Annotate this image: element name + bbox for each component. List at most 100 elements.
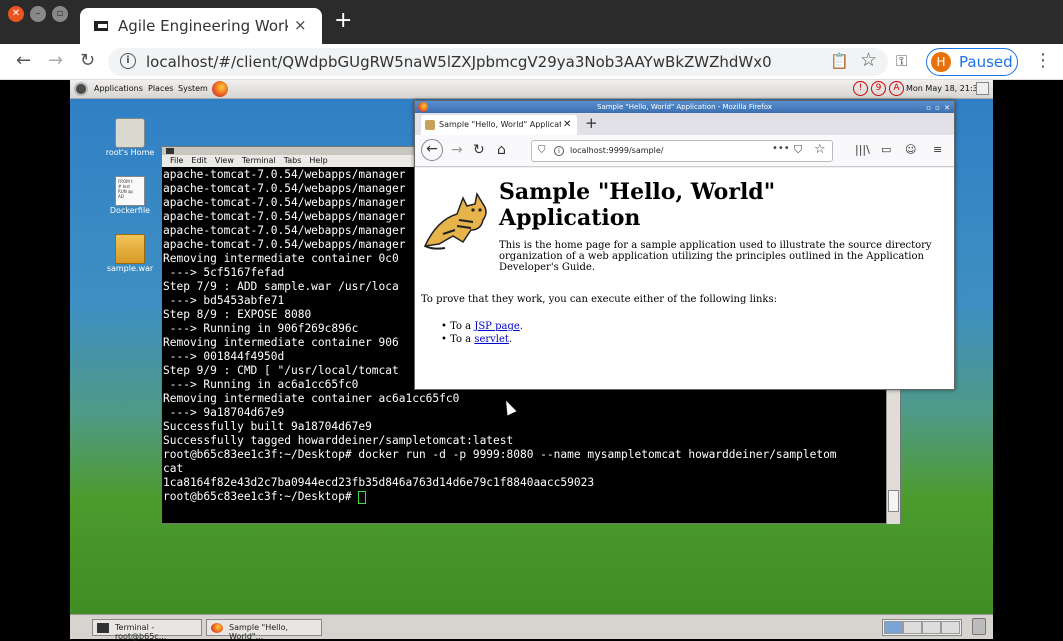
text-cursor [358, 490, 367, 504]
minimize-window-button[interactable]: – [30, 6, 46, 22]
tomcat-favicon-icon [425, 120, 435, 130]
firefox-launcher-icon[interactable] [212, 81, 228, 97]
workspace-3[interactable] [922, 621, 941, 634]
account-icon[interactable]: ☺ [905, 143, 916, 156]
menu-terminal[interactable]: Terminal [242, 156, 276, 165]
workspace-4[interactable] [941, 621, 960, 634]
alert-tray-icon[interactable]: ! [853, 81, 868, 96]
desktop-icon-home[interactable]: root's Home [100, 118, 160, 157]
kebab-menu-icon[interactable]: ⋮ [1034, 50, 1052, 71]
taskbar-item-label: Terminal - root@b65c... [115, 623, 167, 641]
scrollbar-thumb[interactable] [888, 490, 899, 512]
page-actions-icon[interactable]: ••• [772, 143, 790, 154]
clipboard-icon[interactable]: 📋 [830, 52, 849, 70]
workspace-2[interactable] [903, 621, 922, 634]
bookmark-star-icon[interactable]: ☆ [860, 49, 877, 71]
browser-tab[interactable]: Agile Engineering Worksh × [80, 8, 322, 44]
desktop-icon-label: sample.war [106, 264, 154, 273]
site-info-icon[interactable]: i [120, 53, 136, 69]
new-tab-button[interactable]: + [334, 10, 352, 32]
bookmark-star-icon[interactable]: ☆ [814, 142, 826, 157]
keyboard-tray-icon[interactable]: A [889, 81, 904, 96]
browser-tab-bar: ✕ – ▫ Agile Engineering Worksh × + [0, 0, 1063, 44]
menu-edit[interactable]: Edit [191, 156, 207, 165]
tracking-shield-icon[interactable]: ⛉ [538, 145, 546, 156]
desktop-icon-dockerfile[interactable]: FROM t # Inst RUN ap AD Dockerfile [100, 176, 160, 215]
page-content: Sample "Hello, World" Application This i… [415, 168, 954, 389]
firefox-tab[interactable]: Sample "Hello, World" Applicatio ✕ [421, 115, 577, 135]
new-tab-button[interactable]: + [585, 114, 598, 132]
link-prefix: To a [450, 321, 475, 332]
menu-view[interactable]: View [215, 156, 234, 165]
profile-paused-button[interactable]: H Paused [926, 48, 1018, 76]
menu-help[interactable]: Help [309, 156, 327, 165]
trash-icon[interactable] [972, 618, 986, 635]
page-instructions: To prove that they work, you can execute… [421, 294, 777, 305]
reload-icon[interactable]: ↻ [473, 142, 485, 158]
back-arrow-icon[interactable]: ← [421, 139, 443, 161]
hamburger-menu-icon[interactable]: ≡ [933, 143, 942, 156]
terminal-icon [166, 148, 174, 154]
menu-system[interactable]: System [178, 84, 208, 93]
desktop-icon-sample-war[interactable]: sample.war [100, 234, 160, 273]
browser-toolbar: ← → ↻ i localhost/#/client/QWdpbGUgRW5na… [0, 44, 1063, 80]
desktop-icon-label: Dockerfile [109, 206, 151, 215]
menu-tabs[interactable]: Tabs [284, 156, 302, 165]
firefox-tab-title: Sample "Hello, World" Applicatio [439, 120, 561, 129]
network-tray-icon[interactable] [976, 82, 989, 95]
bottom-taskbar: Terminal - root@b65c... Sample "Hello, W… [70, 614, 993, 641]
tomcat-logo-icon [423, 191, 487, 250]
firefox-tab-strip: Sample "Hello, World" Applicatio ✕ + [415, 113, 954, 135]
terminal-line: cat [163, 462, 184, 475]
applications-icon[interactable] [74, 82, 88, 96]
terminal-line: 1ca8164f82e43d2c7ba0944ecd23fb35d846a763… [163, 476, 595, 489]
library-icon[interactable]: |||\ [855, 143, 870, 156]
servlet-link[interactable]: servlet [474, 334, 509, 345]
workspace-1[interactable] [884, 621, 903, 634]
terminal-line: Removing intermediate container ac6a1cc6… [163, 392, 460, 405]
taskbar-terminal-button[interactable]: Terminal - root@b65c... [92, 619, 202, 641]
reload-icon[interactable]: ↻ [80, 50, 95, 71]
back-arrow-icon[interactable]: ← [16, 50, 31, 71]
firefox-address-bar[interactable]: ⛉ i localhost:9999/sample/ ••• ⛉ ☆ [531, 140, 833, 162]
forward-arrow-icon[interactable]: → [48, 50, 63, 71]
menu-places[interactable]: Places [148, 84, 173, 93]
close-tab-icon[interactable]: ✕ [563, 115, 571, 135]
terminal-line: Successfully built 9a18704d67e9 [163, 420, 372, 433]
archive-package-icon [115, 234, 145, 264]
close-window-button[interactable]: ✕ [8, 6, 24, 22]
firefox-window[interactable]: Sample "Hello, World" Application - Mozi… [414, 100, 955, 390]
link-prefix: To a [450, 334, 475, 345]
terminal-line: Successfully tagged howarddeiner/samplet… [163, 434, 514, 447]
address-bar[interactable]: i localhost/#/client/QWdpbGUgRW5naW5lZXJ… [108, 48, 888, 76]
taskbar-item-label: Sample "Hello, World"... [229, 623, 289, 641]
menu-file[interactable]: File [170, 156, 183, 165]
forward-arrow-icon[interactable]: → [451, 142, 463, 158]
sidebar-icon[interactable]: ▭ [881, 143, 891, 156]
firefox-navbar: ← → ↻ ⌂ ⛉ i localhost:9999/sample/ ••• ⛉… [415, 135, 954, 167]
firefox-icon [211, 623, 223, 633]
workspace-switcher[interactable] [882, 619, 962, 636]
links-list: To a JSP page. To a servlet. [441, 320, 523, 346]
terminal-line: ---> 9a18704d67e9 [163, 406, 285, 419]
pocket-icon[interactable]: ⛉ [794, 143, 802, 157]
home-icon[interactable]: ⌂ [497, 142, 506, 158]
firefox-titlebar[interactable]: Sample "Hello, World" Application - Mozi… [415, 101, 954, 113]
link-suffix: . [508, 334, 513, 345]
updates-tray-icon[interactable]: 9 [871, 81, 886, 96]
jsp-page-link[interactable]: JSP page [474, 321, 519, 332]
tab-close-icon[interactable]: × [294, 16, 307, 34]
terminal-prompt-line[interactable]: root@b65c83ee1c3f:~/Desktop# [163, 490, 886, 504]
menu-applications[interactable]: Applications [94, 84, 143, 93]
maximize-window-button[interactable]: ▫ [52, 6, 68, 22]
site-info-icon[interactable]: i [554, 146, 564, 156]
panel-clock[interactable]: Mon May 18, 21:33 [906, 84, 983, 93]
key-icon[interactable]: ⚿ [896, 52, 907, 70]
page-intro: This is the home page for a sample appli… [499, 240, 932, 273]
window-title: Sample "Hello, World" Application - Mozi… [597, 103, 772, 111]
text-file-icon: FROM t # Inst RUN ap AD [115, 176, 145, 206]
tab-favicon-icon [94, 21, 108, 31]
remote-desktop[interactable]: Applications Places System ! 9 A Mon May… [70, 80, 993, 639]
avatar: H [931, 52, 951, 72]
taskbar-firefox-button[interactable]: Sample "Hello, World"... [206, 619, 322, 641]
